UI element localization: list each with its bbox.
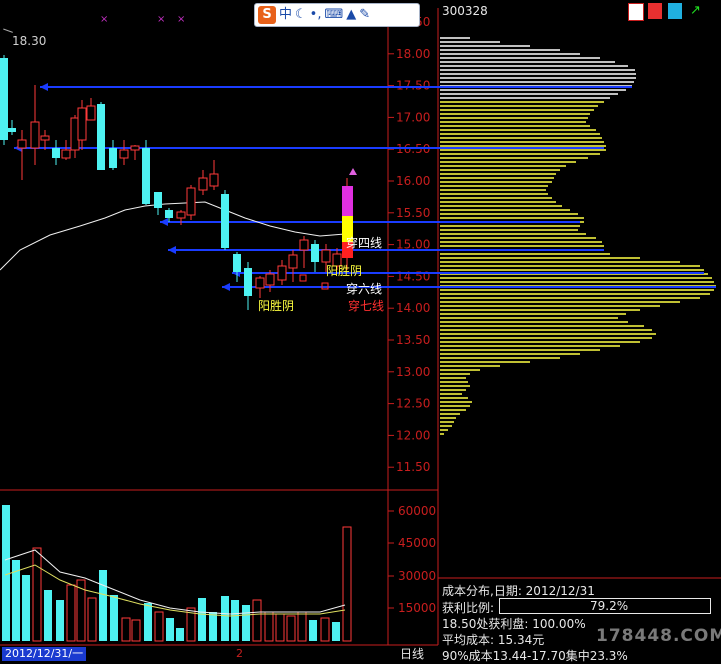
price-label: 18.30 <box>12 34 47 48</box>
x-tick: 2 <box>236 647 243 660</box>
concentration: 90%成本13.44-17.70集中23.3% <box>442 649 628 663</box>
marker-x: × <box>157 14 165 25</box>
watermark: 178448.COM <box>596 626 721 646</box>
date-cell[interactable]: 2012/12/31/一 <box>2 647 87 661</box>
period-label[interactable]: 日线 <box>400 647 424 661</box>
profit-ratio-value: 79.2% <box>590 599 629 613</box>
ime-logo-icon[interactable]: S <box>258 6 276 24</box>
marker-x: × <box>100 14 108 25</box>
annotation-yang-sheng-yin-1: 阳胜阴 <box>326 264 363 278</box>
annotation-chuan-qi-xian: 穿七线 <box>348 299 385 313</box>
punctuation-icon[interactable]: •, <box>310 6 322 24</box>
shirt-icon[interactable]: ▲ <box>346 6 356 24</box>
bottom-bar: 2012/12/31/一 2 日线 <box>0 646 438 662</box>
volume-tick-label: 60000 <box>398 504 436 518</box>
volume-tick-label: 30000 <box>398 569 436 583</box>
volume-tick-label: 15000 <box>398 601 436 615</box>
price-tick-label: 18.00 <box>396 47 430 61</box>
chip-title: 成本分布,日期: 2012/12/31 <box>442 584 595 598</box>
signal-box <box>299 274 307 282</box>
volume-tick-label: 45000 <box>398 536 436 550</box>
arrow-icon <box>40 83 48 91</box>
ime-lang-toggle[interactable]: 中 <box>279 6 292 24</box>
chip-distribution <box>440 37 716 435</box>
price-tick-label: 12.00 <box>396 428 430 442</box>
price-tick-label: 16.50 <box>396 142 430 156</box>
price-tick-label: 13.50 <box>396 333 430 347</box>
moon-icon[interactable]: ☾ <box>295 6 307 24</box>
support-lines <box>14 83 716 291</box>
profit-at-price: 18.50处获利盘: 100.00% <box>442 617 586 631</box>
document-icon[interactable] <box>628 3 644 21</box>
price-tick-label: 14.50 <box>396 269 430 283</box>
flag-icon[interactable] <box>648 3 662 19</box>
stock-code: 300328 <box>442 4 488 18</box>
annotation-chuan-liu-xian: 穿六线 <box>346 282 383 296</box>
triangle-marker-icon <box>349 168 357 175</box>
profit-ratio-label: 获利比例: <box>442 601 495 615</box>
arrow-icon[interactable]: ↗ <box>690 4 704 18</box>
profit-ratio-bar: 79.2% <box>499 598 711 614</box>
profit-ratio-fill <box>500 599 666 613</box>
arrow-icon <box>222 283 230 291</box>
wrench-icon[interactable]: ✎ <box>359 6 370 24</box>
price-axis: 18.5018.0017.5017.0016.5016.0015.5015.00… <box>388 15 430 474</box>
price-tick-label: 16.00 <box>396 174 430 188</box>
marker-x: × <box>177 14 185 25</box>
volume-bars <box>2 505 352 642</box>
price-tick-label: 14.00 <box>396 301 430 315</box>
candlesticks <box>0 55 342 310</box>
price-tick-label: 17.50 <box>396 79 430 93</box>
avg-cost: 平均成本: 15.34元 <box>442 633 545 647</box>
keyboard-icon[interactable]: ⌨ <box>324 6 343 24</box>
price-tick-label: 17.00 <box>396 110 430 124</box>
annotation-yang-sheng-yin-2: 阳胜阴 <box>258 299 295 313</box>
price-tick-label: 15.50 <box>396 206 430 220</box>
volume-axis: 60000 45000 30000 15000 <box>388 504 436 615</box>
last-candle <box>342 168 357 270</box>
arrow-icon <box>160 218 168 226</box>
arrow-icon <box>168 246 176 254</box>
price-tick-label: 13.00 <box>396 365 430 379</box>
annotation-chuan-si-xian: 穿四线 <box>346 236 383 250</box>
ime-toolbar[interactable]: S 中 ☾ •, ⌨ ▲ ✎ <box>254 3 420 27</box>
chart-canvas: × × × 18.5018.0017.5017.0016.5016.0015.5… <box>0 8 721 646</box>
price-tick-label: 11.50 <box>396 460 430 474</box>
price-tick-label: 12.50 <box>396 397 430 411</box>
chart-mode-icon[interactable] <box>668 3 682 19</box>
